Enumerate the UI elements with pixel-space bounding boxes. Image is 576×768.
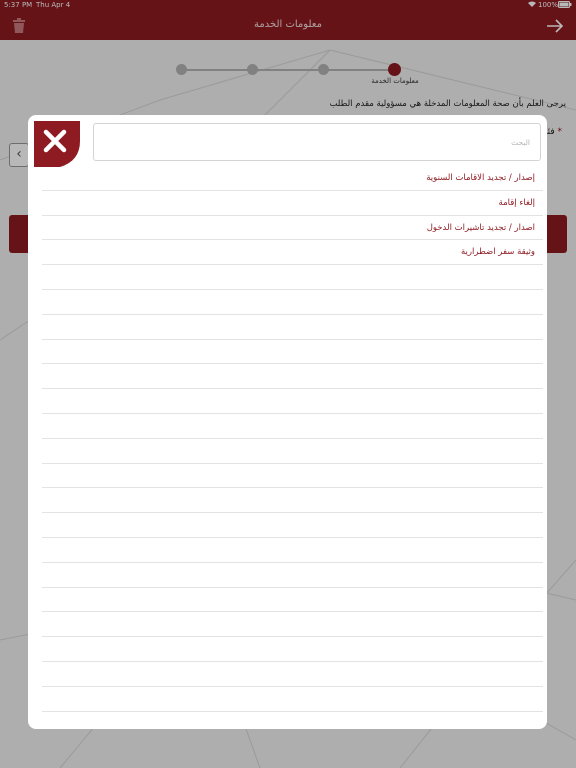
list-item-empty — [42, 538, 543, 563]
list-item-empty — [42, 712, 543, 729]
list-item[interactable]: اصدار / تجديد تاشيرات الدخول — [42, 216, 543, 241]
list-item-empty — [42, 364, 543, 390]
list-item-empty — [42, 290, 543, 315]
list-item-empty — [42, 439, 543, 464]
service-picker-modal: إصدار / تجديد الاقامات السنويةإلغاء إقام… — [28, 115, 547, 729]
list-item[interactable]: وثيقة سفر اضطرارية — [42, 240, 543, 266]
list-item-empty — [42, 315, 543, 340]
list-item-empty — [42, 588, 543, 613]
search-input[interactable] — [94, 124, 540, 160]
list-item-empty — [42, 464, 543, 489]
search-field[interactable] — [93, 123, 541, 161]
list-item-empty — [42, 389, 543, 414]
list-item-empty — [42, 340, 543, 365]
service-list: إصدار / تجديد الاقامات السنوية إلغاء إقام… — [42, 166, 543, 729]
list-item-empty — [42, 513, 543, 538]
list-item[interactable]: إلغاء إقامة — [42, 191, 543, 216]
list-item-empty — [42, 563, 543, 588]
list-item[interactable]: إصدار / تجديد الاقامات السنوية — [42, 166, 543, 191]
list-item-empty — [42, 637, 543, 662]
list-item-empty — [42, 687, 543, 712]
list-item-empty — [42, 265, 543, 290]
list-item-empty — [42, 414, 543, 439]
close-icon[interactable] — [34, 121, 80, 167]
list-item-empty — [42, 662, 543, 687]
list-item-empty — [42, 612, 543, 638]
list-item-empty — [42, 488, 543, 514]
